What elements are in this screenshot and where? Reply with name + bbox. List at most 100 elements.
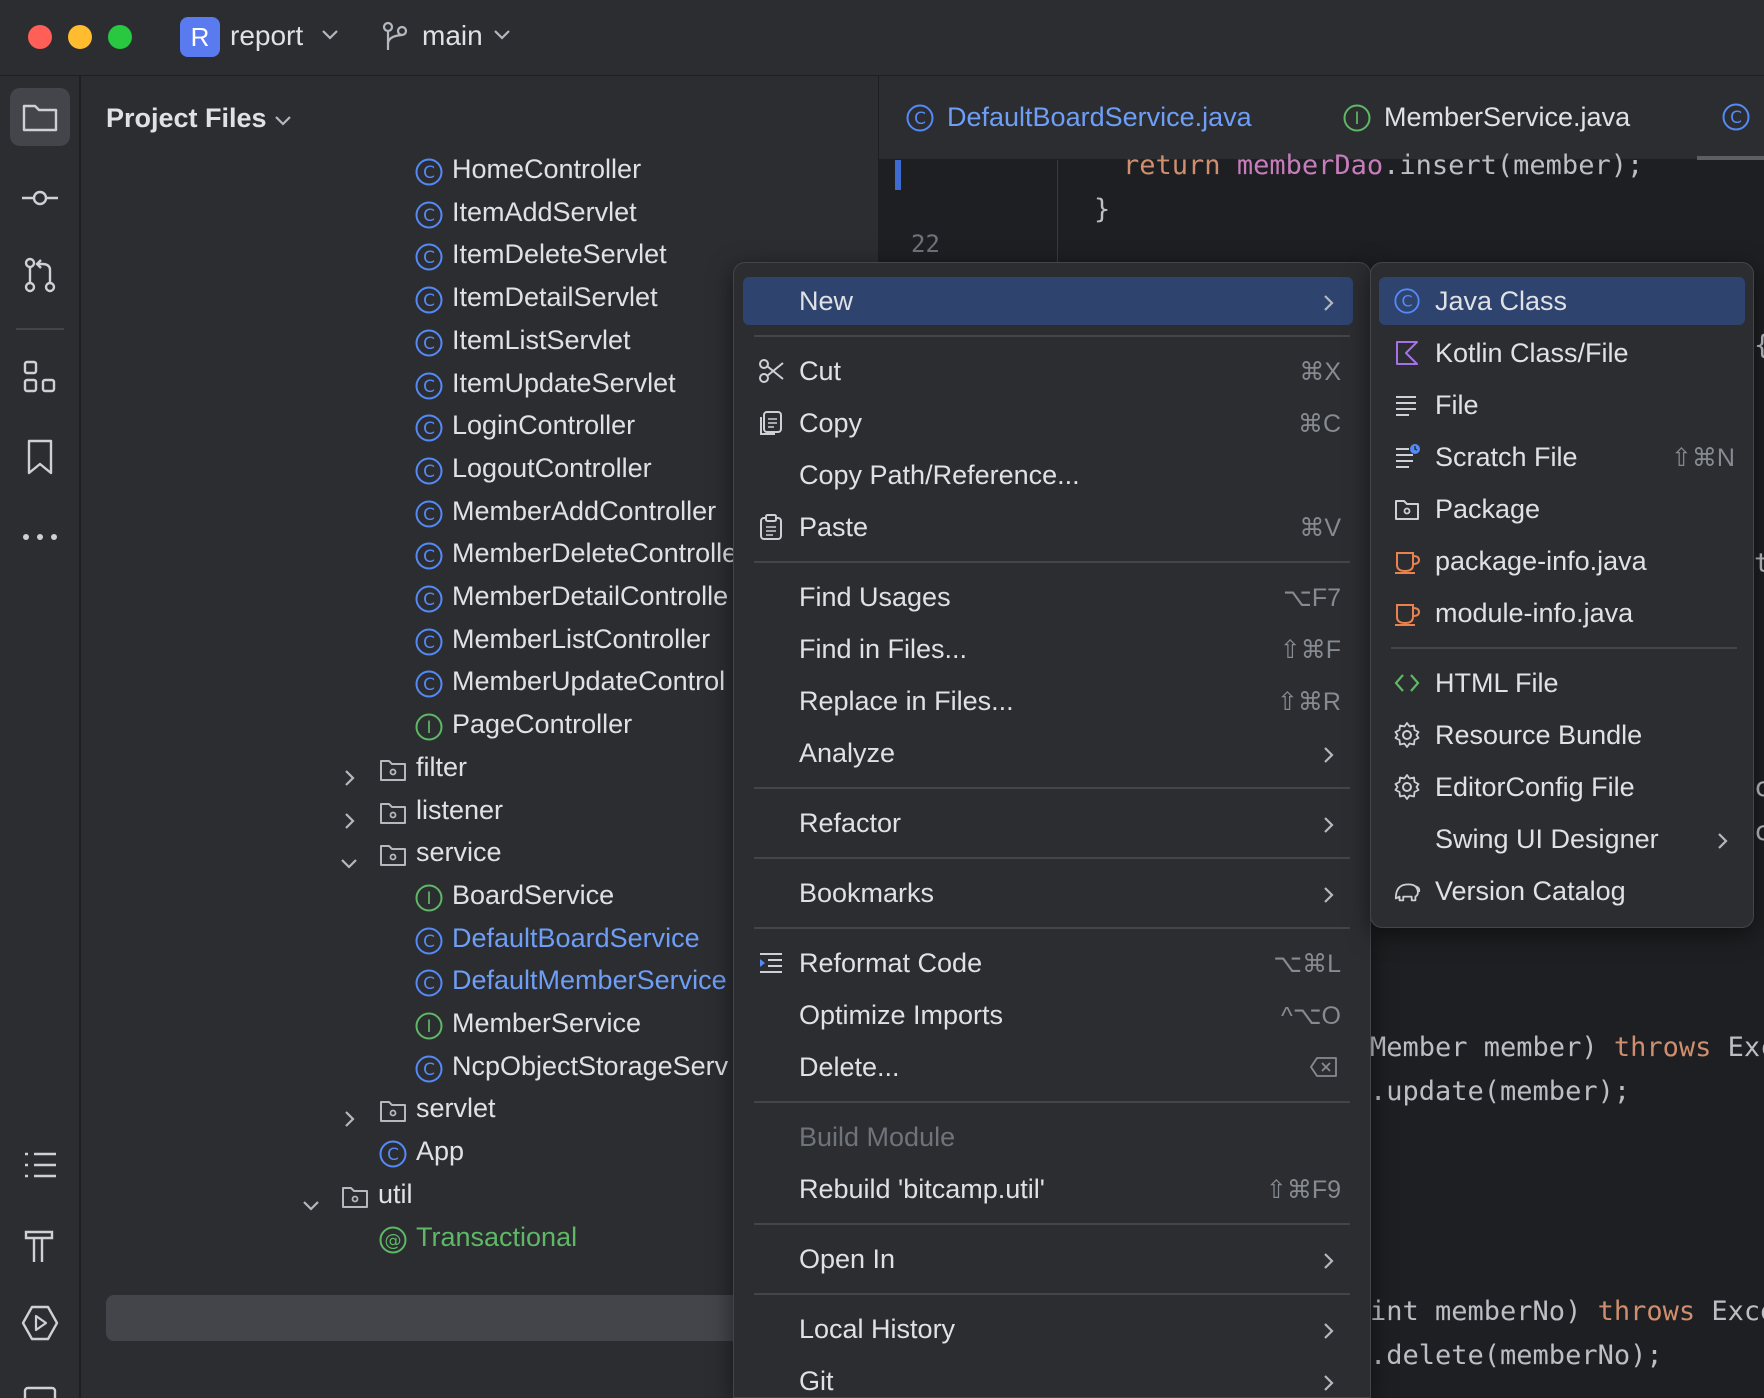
project-name[interactable]: report (230, 20, 303, 52)
svg-text:@: @ (385, 1231, 402, 1251)
chevron-down-icon[interactable] (490, 22, 514, 46)
tree-item-homecontroller[interactable]: C HomeController (414, 145, 641, 193)
tab-overflow[interactable]: C (1721, 102, 1763, 132)
menu-item-open-in[interactable]: Open In (743, 1235, 1353, 1283)
tree-item-itemupdateservlet[interactable]: C ItemUpdateServlet (414, 359, 676, 407)
gear-icon (1393, 721, 1421, 749)
menu-item-optimize-imports[interactable]: Optimize Imports ^⌥O (743, 991, 1353, 1039)
tree-item-memberdetailcontrolle[interactable]: C MemberDetailControlle (414, 572, 728, 620)
tree-item-itemlistservlet[interactable]: C ItemListServlet (414, 316, 631, 364)
structure-tool-button[interactable] (10, 348, 70, 406)
menu-item-local-history[interactable]: Local History (743, 1305, 1353, 1353)
project-badge[interactable]: R (180, 17, 220, 57)
chevron-down-icon[interactable] (318, 22, 342, 46)
menu-item-git[interactable]: Git (743, 1357, 1353, 1397)
new-item-package[interactable]: Package (1379, 485, 1745, 533)
chevron-down-icon[interactable] (271, 108, 295, 132)
interface-icon: I (414, 1008, 444, 1040)
menu-item-new[interactable]: New (743, 277, 1353, 325)
new-item-package-info-java[interactable]: package-info.java (1379, 537, 1745, 585)
menu-item-copy[interactable]: Copy ⌘C (743, 399, 1353, 447)
todo-tool-button[interactable] (10, 1136, 70, 1194)
tree-item-pagecontroller[interactable]: I PageController (414, 700, 632, 748)
run-tool-button[interactable] (10, 1294, 70, 1352)
terminal-tool-button[interactable] (10, 1368, 70, 1398)
tree-item-itemdeleteservlet[interactable]: C ItemDeleteServlet (414, 230, 667, 278)
new-item-scratch-file[interactable]: Scratch File ⇧⌘N (1379, 433, 1745, 481)
menu-item-find-usages[interactable]: Find Usages ⌥F7 (743, 573, 1353, 621)
tree-item-memberaddcontroller[interactable]: C MemberAddController (414, 487, 716, 535)
menu-item-refactor[interactable]: Refactor (743, 799, 1353, 847)
menu-item-analyze[interactable]: Analyze (743, 729, 1353, 777)
new-item-version-catalog[interactable]: Version Catalog (1379, 867, 1745, 915)
tree-item-util[interactable]: util (303, 1170, 413, 1218)
project-panel-title[interactable]: Project Files (106, 103, 267, 134)
new-item-resource-bundle[interactable]: Resource Bundle (1379, 711, 1745, 759)
tree-item-memberservice[interactable]: I MemberService (414, 999, 641, 1047)
tree-item-ncpobjectstorageserv[interactable]: C NcpObjectStorageServ (414, 1042, 728, 1090)
build-tool-button[interactable] (10, 1216, 70, 1274)
tree-item-boardservice[interactable]: I BoardService (414, 871, 614, 919)
bookmarks-tool-button[interactable] (10, 428, 70, 486)
menu-item-find-in-files[interactable]: Find in Files... ⇧⌘F (743, 625, 1353, 673)
maximize-window-button[interactable] (108, 25, 132, 49)
new-item-html-file[interactable]: HTML File (1379, 659, 1745, 707)
menu-item-paste[interactable]: Paste ⌘V (743, 503, 1353, 551)
code-line-delete-signature[interactable]: int memberNo) throws Except (1370, 1296, 1764, 1327)
branch-name[interactable]: main (422, 20, 483, 52)
minimize-window-button[interactable] (68, 25, 92, 49)
commit-tool-button[interactable] (10, 169, 70, 227)
tree-item-memberupdatecontrol[interactable]: C MemberUpdateControl (414, 657, 725, 705)
expand-arrow-icon[interactable] (338, 756, 360, 786)
new-item-java-class[interactable]: C Java Class (1379, 277, 1745, 325)
menu-item-label: Optimize Imports (799, 1000, 1004, 1030)
svg-text:I: I (426, 889, 431, 909)
tab-default-board-service[interactable]: C DefaultBoardService.java (905, 102, 1252, 133)
new-item-file[interactable]: File (1379, 381, 1745, 429)
code-line-return[interactable]: return memberDao.insert(member); (1123, 150, 1643, 181)
menu-item-cut[interactable]: Cut ⌘X (743, 347, 1353, 395)
tree-item-service[interactable]: service (341, 828, 502, 876)
new-item-editorconfig-file[interactable]: EditorConfig File (1379, 763, 1745, 811)
menu-item-copy-path-reference[interactable]: Copy Path/Reference... (743, 451, 1353, 499)
code-line-update-signature[interactable]: Member member) throws Excep (1370, 1032, 1764, 1063)
tree-item-itemaddservlet[interactable]: C ItemAddServlet (414, 188, 637, 236)
menu-item-replace-in-files[interactable]: Replace in Files... ⇧⌘R (743, 677, 1353, 725)
tree-item-logoutcontroller[interactable]: C LogoutController (414, 444, 652, 492)
tree-item-defaultmemberservice[interactable]: C DefaultMemberService (414, 956, 727, 1004)
tree-item-defaultboardservice[interactable]: C DefaultBoardService (414, 914, 700, 962)
expand-arrow-icon[interactable] (338, 799, 360, 829)
more-tools-button[interactable] (10, 508, 70, 566)
tree-item-label: HomeController (452, 154, 642, 184)
new-item-kotlin-class-file[interactable]: Kotlin Class/File (1379, 329, 1745, 377)
chevron-right-icon (1317, 1318, 1339, 1340)
expand-arrow-icon[interactable] (338, 1097, 360, 1128)
menu-item-delete[interactable]: Delete... (743, 1043, 1353, 1091)
tree-item-app[interactable]: C App (378, 1127, 464, 1175)
tree-item-memberdeletecontrolle[interactable]: C MemberDeleteControlle (414, 529, 737, 577)
close-window-button[interactable] (28, 25, 52, 49)
tree-item-listener[interactable]: listener (345, 786, 503, 834)
tree-item-logincontroller[interactable]: C LoginController (414, 401, 635, 449)
tree-item-filter[interactable]: filter (345, 743, 467, 791)
tree-item-itemdetailservlet[interactable]: C ItemDetailServlet (414, 273, 658, 321)
code-line-update-call[interactable]: .update(member); (1370, 1076, 1630, 1107)
tab-member-service[interactable]: I MemberService.java (1342, 102, 1630, 133)
menu-item-reformat-code[interactable]: Reformat Code ⌥⌘L (743, 939, 1353, 987)
project-tool-button[interactable] (10, 88, 70, 146)
tree-item-memberlistcontroller[interactable]: C MemberListController (414, 615, 710, 663)
package-icon (378, 837, 408, 867)
code-line-delete-call[interactable]: .delete(memberNo); (1370, 1340, 1663, 1371)
menu-item-bookmarks[interactable]: Bookmarks (743, 869, 1353, 917)
new-item-module-info-java[interactable]: module-info.java (1379, 589, 1745, 637)
collapse-arrow-icon[interactable] (338, 841, 360, 869)
new-item-swing-ui-designer[interactable]: Swing UI Designer (1379, 815, 1745, 863)
tree-item-transactional[interactable]: @ Transactional (378, 1213, 577, 1261)
code-line-brace[interactable]: } (1094, 194, 1110, 225)
pull-requests-tool-button[interactable] (10, 246, 70, 304)
tree-item-label: MemberAddController (452, 495, 717, 526)
tree-item-label: BoardService (452, 879, 615, 910)
collapse-arrow-icon[interactable] (300, 1183, 322, 1211)
menu-item-rebuild-bitcamp-util[interactable]: Rebuild 'bitcamp.util' ⇧⌘F9 (743, 1165, 1353, 1213)
tree-item-servlet[interactable]: servlet (345, 1084, 496, 1132)
